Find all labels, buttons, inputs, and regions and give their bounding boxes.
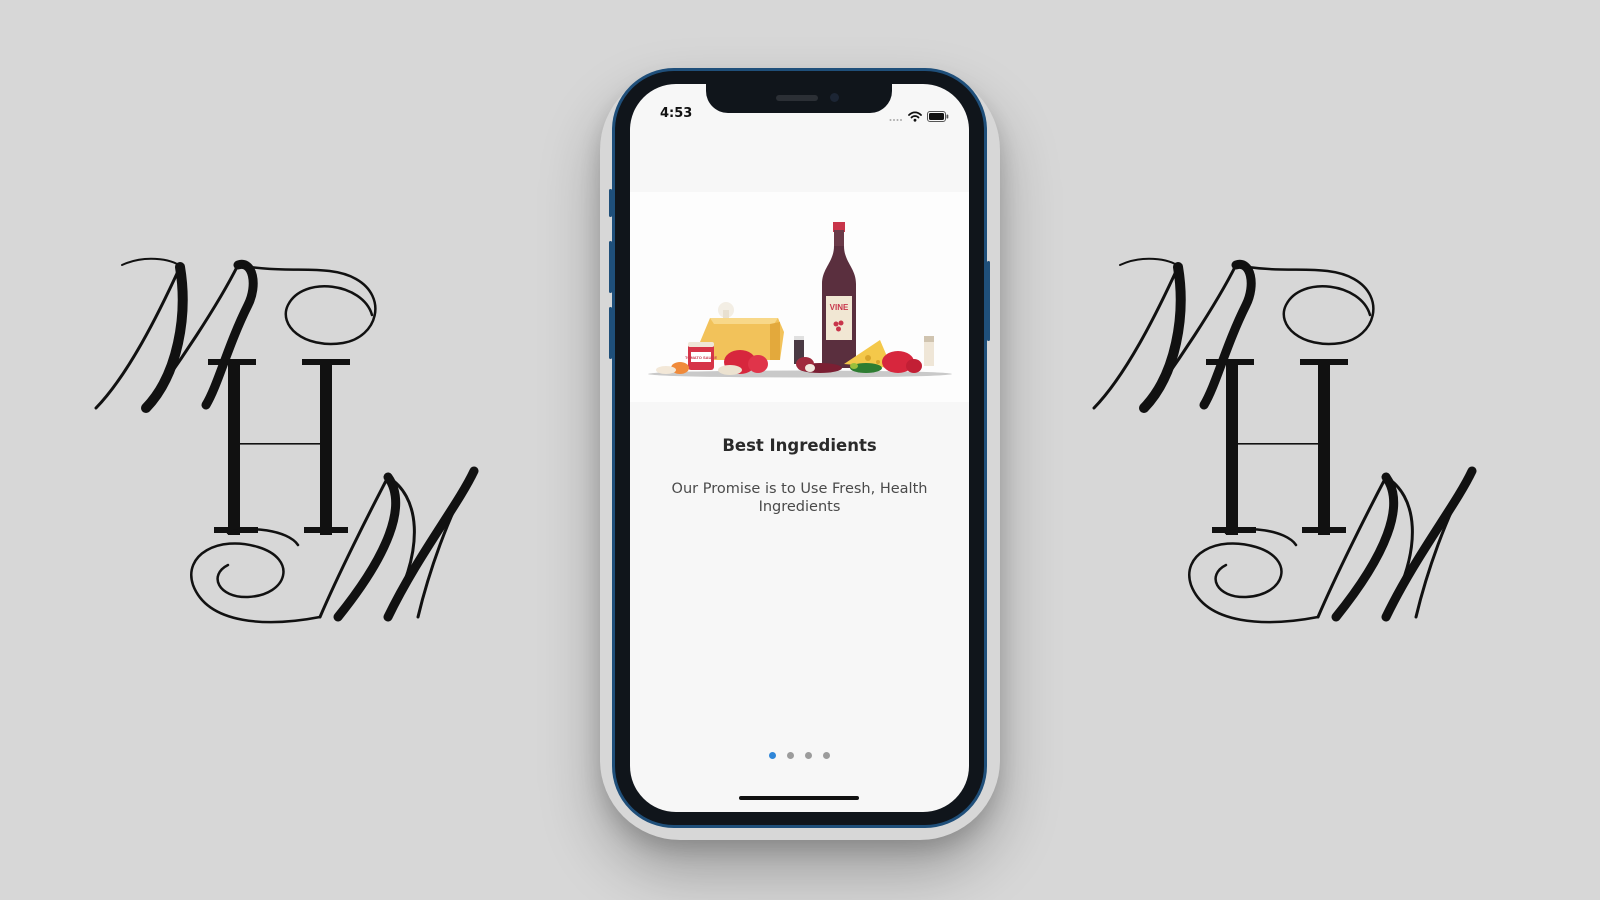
page-dot-1[interactable]: [769, 752, 776, 759]
power-button: [987, 261, 990, 341]
jar-label: TOMATO SAUCE: [685, 355, 717, 360]
status-time: 4:53: [660, 106, 693, 121]
bottle-label: VINE: [830, 303, 849, 312]
speaker: [776, 95, 818, 101]
phone-frame: 4:53 VINE TOMATO SAUCE Best Ingredients …: [609, 68, 990, 828]
mute-switch: [609, 189, 612, 217]
home-indicator[interactable]: [739, 796, 859, 800]
volume-down-button: [609, 307, 612, 359]
battery-icon: [927, 107, 949, 126]
onboarding-title: Best Ingredients: [722, 436, 877, 455]
ingredients-illustration: VINE TOMATO SAUCE: [630, 192, 969, 402]
monogram-right: [1086, 255, 1496, 645]
page-dot-3[interactable]: [805, 752, 812, 759]
volume-up-button: [609, 241, 612, 293]
page-dot-2[interactable]: [787, 752, 794, 759]
status-icons: [889, 107, 949, 126]
page-indicator[interactable]: [630, 752, 969, 759]
signal-dots-icon: [889, 107, 903, 126]
monogram-left: [88, 255, 498, 645]
notch: [706, 84, 892, 113]
wifi-icon: [908, 107, 922, 126]
phone-screen: 4:53 VINE TOMATO SAUCE Best Ingredients …: [630, 84, 969, 812]
onboarding-subtitle: Our Promise is to Use Fresh, Health Ingr…: [671, 481, 928, 515]
camera: [830, 93, 839, 102]
page-dot-4[interactable]: [823, 752, 830, 759]
stage: 4:53 VINE TOMATO SAUCE Best Ingredients …: [0, 0, 1600, 900]
